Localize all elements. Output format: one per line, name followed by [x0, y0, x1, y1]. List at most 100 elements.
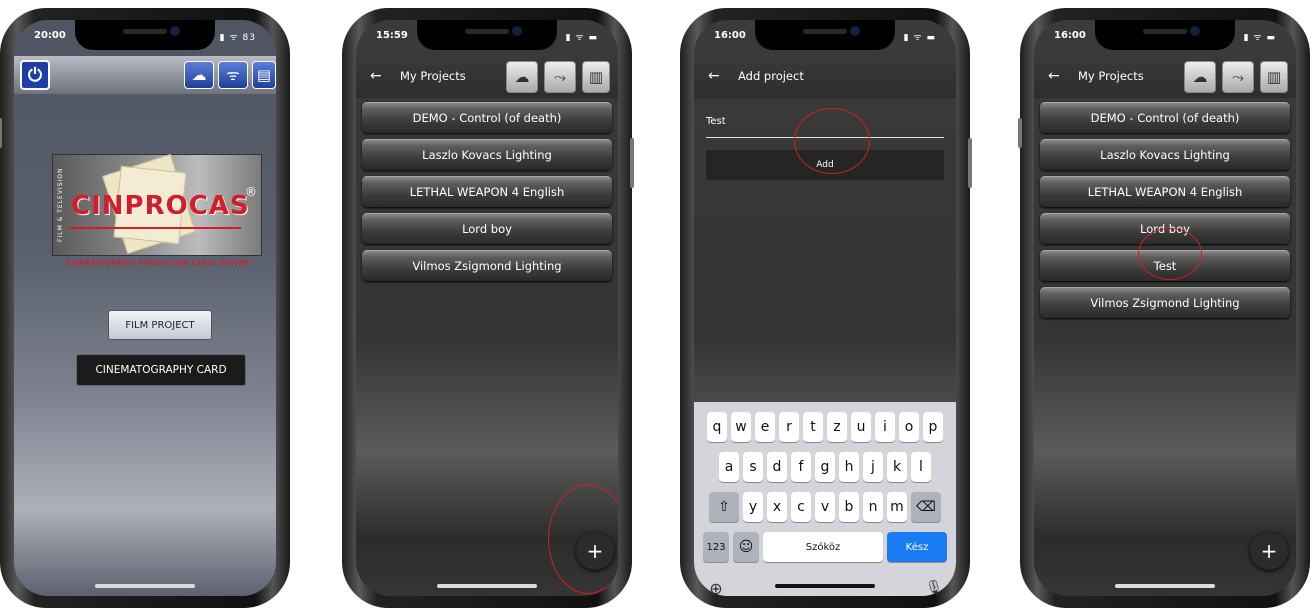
key[interactable]: t: [803, 412, 823, 442]
home-screen: 20:00 ▮ ᯤ 83 ⏻ ☁ ᯤ ▤ FILM & TELEVISION C…: [14, 20, 276, 596]
key[interactable]: u: [851, 412, 871, 442]
microphone-icon[interactable]: 🎙: [924, 578, 944, 596]
key[interactable]: f: [791, 452, 811, 482]
project-item[interactable]: DEMO - Control (of death): [1040, 102, 1290, 133]
film-strip-icon[interactable]: ▥: [1260, 61, 1288, 93]
route-icon[interactable]: ⤳: [544, 61, 576, 93]
done-key[interactable]: Kész: [887, 532, 947, 562]
home-indicator: [775, 584, 875, 588]
key[interactable]: j: [863, 452, 883, 482]
key[interactable]: l: [911, 452, 931, 482]
clapper-icon[interactable]: ▤: [252, 61, 276, 89]
cinprocas-logo: FILM & TELEVISION CINPROCAS ®: [52, 153, 262, 256]
key[interactable]: k: [887, 452, 907, 482]
key[interactable]: a: [719, 452, 739, 482]
numbers-key[interactable]: 123: [703, 532, 729, 562]
key[interactable]: h: [839, 452, 859, 482]
project-item[interactable]: LETHAL WEAPON 4 English: [1040, 176, 1290, 207]
status-bar: 15:59 ▮ ᯤ ▬: [356, 30, 618, 46]
projects-screen: 15:59 ▮ ᯤ ▬ ← My Projects ☁ ⤳ ▥ DEMO - C…: [356, 20, 618, 596]
keyboard: q w e r t z u i o p a s d f g h j k l ⇧ …: [694, 402, 956, 596]
wifi-icon[interactable]: ᯤ: [218, 61, 248, 89]
project-list: DEMO - Control (of death) Laszlo Kovacs …: [362, 102, 612, 287]
backspace-key[interactable]: ⌫: [911, 492, 941, 522]
status-icons: ▮ ᯤ ▬: [1243, 33, 1276, 43]
project-item[interactable]: Vilmos Zsigmond Lighting: [362, 250, 612, 281]
status-bar: 20:00 ▮ ᯤ 83: [14, 30, 276, 46]
phone-add-project: 16:00 ▮ ᯤ ▬ ← Add project Test Add q w e…: [680, 8, 972, 608]
status-time: 16:00: [1054, 30, 1086, 41]
key[interactable]: d: [767, 452, 787, 482]
key[interactable]: s: [743, 452, 763, 482]
project-item[interactable]: Lord boy: [362, 213, 612, 244]
key[interactable]: c: [791, 492, 811, 522]
key[interactable]: b: [839, 492, 859, 522]
nav-bar: ← My Projects ☁ ⤳ ▥: [356, 56, 618, 98]
phone-projects-updated: 16:00 ▮ ᯤ ▬ ← My Projects ☁ ⤳ ▥ DEMO - C…: [1018, 8, 1310, 608]
status-time: 15:59: [376, 30, 408, 41]
status-icons: ▮ ᯤ 83: [219, 33, 256, 43]
status-time: 20:00: [34, 30, 66, 41]
logo-subtitle: CINEMATOGRAPHY PRODUCTION CARDS SYSTEM: [66, 260, 250, 267]
key[interactable]: p: [923, 412, 943, 442]
project-item[interactable]: Laszlo Kovacs Lighting: [362, 139, 612, 170]
route-icon[interactable]: ⤳: [1222, 61, 1254, 93]
film-project-button[interactable]: FILM PROJECT: [108, 310, 212, 340]
key[interactable]: o: [899, 412, 919, 442]
cloud-sync-icon[interactable]: ☁: [184, 61, 214, 89]
annotation-circle: [794, 108, 870, 174]
home-toolbar: ⏻ ☁ ᯤ ▤: [14, 56, 276, 94]
key[interactable]: e: [755, 412, 775, 442]
film-strip-icon[interactable]: ▥: [582, 61, 610, 93]
status-bar: 16:00 ▮ ᯤ ▬: [1034, 30, 1296, 46]
project-item[interactable]: LETHAL WEAPON 4 English: [362, 176, 612, 207]
registered-mark: ®: [245, 185, 257, 199]
space-key[interactable]: Szóköz: [763, 532, 883, 562]
cloud-sync-icon[interactable]: ☁: [506, 61, 538, 93]
key[interactable]: z: [827, 412, 847, 442]
globe-icon[interactable]: ⊕: [706, 578, 726, 597]
logo-vertical-text: FILM & TELEVISION: [57, 167, 64, 243]
logo-wordmark: CINPROCAS: [71, 191, 250, 221]
shift-key[interactable]: ⇧: [709, 492, 739, 522]
back-arrow-icon[interactable]: ←: [370, 68, 382, 84]
cinematography-card-button[interactable]: CINEMATOGRAPHY CARD: [76, 354, 246, 386]
status-time: 16:00: [714, 30, 746, 41]
emoji-icon[interactable]: ☺: [733, 532, 759, 562]
key[interactable]: q: [707, 412, 727, 442]
back-arrow-icon[interactable]: ←: [1048, 68, 1060, 84]
page-title: My Projects: [400, 69, 466, 83]
projects-updated-screen: 16:00 ▮ ᯤ ▬ ← My Projects ☁ ⤳ ▥ DEMO - C…: [1034, 20, 1296, 596]
add-project-screen: 16:00 ▮ ᯤ ▬ ← Add project Test Add q w e…: [694, 20, 956, 596]
phone-home: 20:00 ▮ ᯤ 83 ⏻ ☁ ᯤ ▤ FILM & TELEVISION C…: [0, 8, 290, 608]
key[interactable]: y: [743, 492, 763, 522]
key[interactable]: n: [863, 492, 883, 522]
project-item[interactable]: DEMO - Control (of death): [362, 102, 612, 133]
nav-bar: ← Add project: [694, 56, 956, 98]
page-title: My Projects: [1078, 69, 1144, 83]
phone-projects: 15:59 ▮ ᯤ ▬ ← My Projects ☁ ⤳ ▥ DEMO - C…: [342, 8, 634, 608]
nav-bar: ← My Projects ☁ ⤳ ▥: [1034, 56, 1296, 98]
home-indicator: [437, 584, 537, 588]
key[interactable]: g: [815, 452, 835, 482]
key[interactable]: w: [731, 412, 751, 442]
key[interactable]: m: [887, 492, 907, 522]
key[interactable]: v: [815, 492, 835, 522]
annotation-circle: [1138, 228, 1202, 280]
key[interactable]: x: [767, 492, 787, 522]
home-indicator: [1115, 584, 1215, 588]
power-icon[interactable]: ⏻: [20, 60, 50, 90]
page-title: Add project: [738, 69, 804, 83]
status-bar: 16:00 ▮ ᯤ ▬: [694, 30, 956, 46]
cloud-sync-icon[interactable]: ☁: [1184, 61, 1216, 93]
home-indicator: [95, 584, 195, 588]
project-item[interactable]: Vilmos Zsigmond Lighting: [1040, 287, 1290, 318]
annotation-circle: [548, 484, 618, 594]
key[interactable]: r: [779, 412, 799, 442]
project-item[interactable]: Laszlo Kovacs Lighting: [1040, 139, 1290, 170]
add-project-fab[interactable]: +: [1250, 532, 1288, 570]
status-icons: ▮ ᯤ ▬: [903, 33, 936, 43]
status-icons: ▮ ᯤ ▬: [565, 33, 598, 43]
key[interactable]: i: [875, 412, 895, 442]
back-arrow-icon[interactable]: ←: [708, 68, 720, 84]
